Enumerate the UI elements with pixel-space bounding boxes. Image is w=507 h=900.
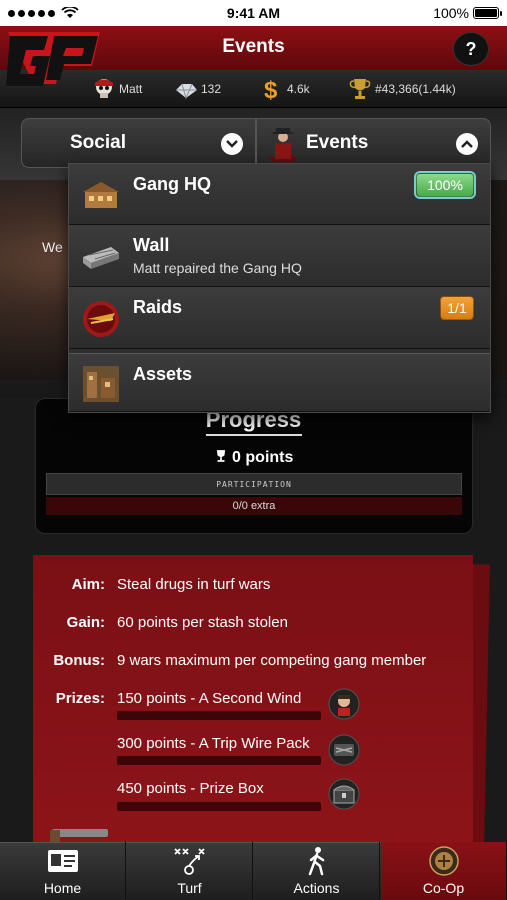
tab-events-label: Events (306, 132, 369, 153)
tab-home-label: Home (43, 880, 82, 896)
prize-progress-bar (117, 756, 321, 765)
diamonds-count: 132 (201, 82, 222, 96)
raid-icon (83, 301, 119, 337)
tab-social[interactable]: Social (21, 118, 256, 168)
tab-turf[interactable]: Turf (127, 842, 253, 900)
chevron-up-icon (456, 133, 478, 155)
status-badge: 1/1 (440, 296, 474, 320)
trip-wire-icon[interactable] (328, 734, 360, 766)
menu-item-subtitle: Matt repaired the Gang HQ (133, 260, 302, 276)
participation-bar: PARTICIPATION (46, 473, 462, 495)
menu-item-gang-hq[interactable]: Gang HQ 100% (69, 164, 490, 225)
dollar-icon: $ (264, 77, 278, 102)
menu-item-title: Gang HQ (133, 174, 212, 194)
bonus-label: Bonus: (53, 652, 105, 669)
tab-events[interactable]: Events (256, 118, 491, 168)
assets-icon (83, 366, 119, 402)
prizes-label: Prizes: (55, 690, 105, 707)
walking-person-icon (308, 847, 324, 876)
diamonds-icon (176, 83, 197, 100)
prize-box-icon[interactable] (328, 778, 360, 810)
tab-social-label: Social (70, 132, 126, 153)
aim-label: Aim: (71, 576, 105, 593)
prize-text: 150 points - A Second Wind (117, 690, 302, 707)
trophy-icon (216, 450, 225, 462)
tab-coop[interactable]: Co-Op (381, 842, 507, 900)
wifi-icon (61, 7, 79, 18)
tab-coop-label: Co-Op (422, 880, 465, 896)
diamonds-stat[interactable]: 132 (174, 76, 221, 102)
events-dropdown-menu: Gang HQ 100% Wall Matt repaired the Gang… (68, 163, 491, 413)
gain-label: Gain: (66, 614, 105, 631)
id-card-icon (47, 850, 78, 872)
scene-text: We (42, 239, 63, 255)
status-badge: 100% (416, 173, 474, 197)
prize-progress-bar (117, 711, 321, 720)
battery-percent: 100% (433, 5, 469, 21)
trophy-icon (349, 79, 371, 99)
tab-home[interactable]: Home (0, 842, 126, 900)
gun-icon (50, 829, 108, 842)
gangster-icon (269, 128, 297, 162)
cash-amount: 4.6k (287, 82, 310, 96)
points-value: 0 points (232, 449, 294, 466)
prize-progress-bar (117, 802, 321, 811)
menu-item-title: Assets (133, 364, 193, 384)
prize-text: 450 points - Prize Box (117, 780, 264, 797)
second-wind-icon[interactable] (328, 688, 360, 720)
extra-bar: 0/0 extra (46, 497, 462, 515)
app-logo (6, 32, 100, 86)
tab-actions-label: Actions (293, 880, 340, 896)
wall-icon (83, 247, 119, 269)
rank-stat[interactable]: #43,366(1.44k) (348, 76, 456, 102)
gang-emblem-icon (428, 846, 459, 876)
help-button[interactable]: ? (453, 32, 489, 66)
battery-icon (473, 7, 502, 19)
menu-item-assets[interactable]: Assets (69, 353, 490, 412)
aim-value: Steal drugs in turf wars (117, 576, 271, 593)
building-icon (83, 182, 119, 208)
divider (206, 434, 302, 436)
bonus-value: 9 wars maximum per competing gang member (117, 652, 427, 669)
cash-stat[interactable]: $ 4.6k (260, 76, 310, 102)
tab-turf-label: Turf (177, 880, 202, 896)
gain-value: 60 points per stash stolen (117, 614, 288, 631)
points-display: 0 points (0, 449, 507, 467)
menu-item-title: Raids (133, 297, 183, 317)
player-name: Matt (119, 82, 143, 96)
menu-item-raids[interactable]: Raids 1/1 (69, 287, 490, 349)
tab-actions[interactable]: Actions (254, 842, 380, 900)
svg-text:$: $ (264, 77, 278, 102)
rank-value: #43,366(1.44k) (375, 82, 456, 96)
menu-item-title: Wall (133, 235, 170, 255)
chevron-down-icon (221, 133, 243, 155)
menu-item-wall[interactable]: Wall Matt repaired the Gang HQ (69, 225, 490, 287)
status-bar: 9:41 AM 100% (0, 0, 507, 26)
signal-icon (8, 9, 55, 17)
prize-text: 300 points - A Trip Wire Pack (117, 735, 310, 752)
strategy-icon (173, 848, 205, 875)
